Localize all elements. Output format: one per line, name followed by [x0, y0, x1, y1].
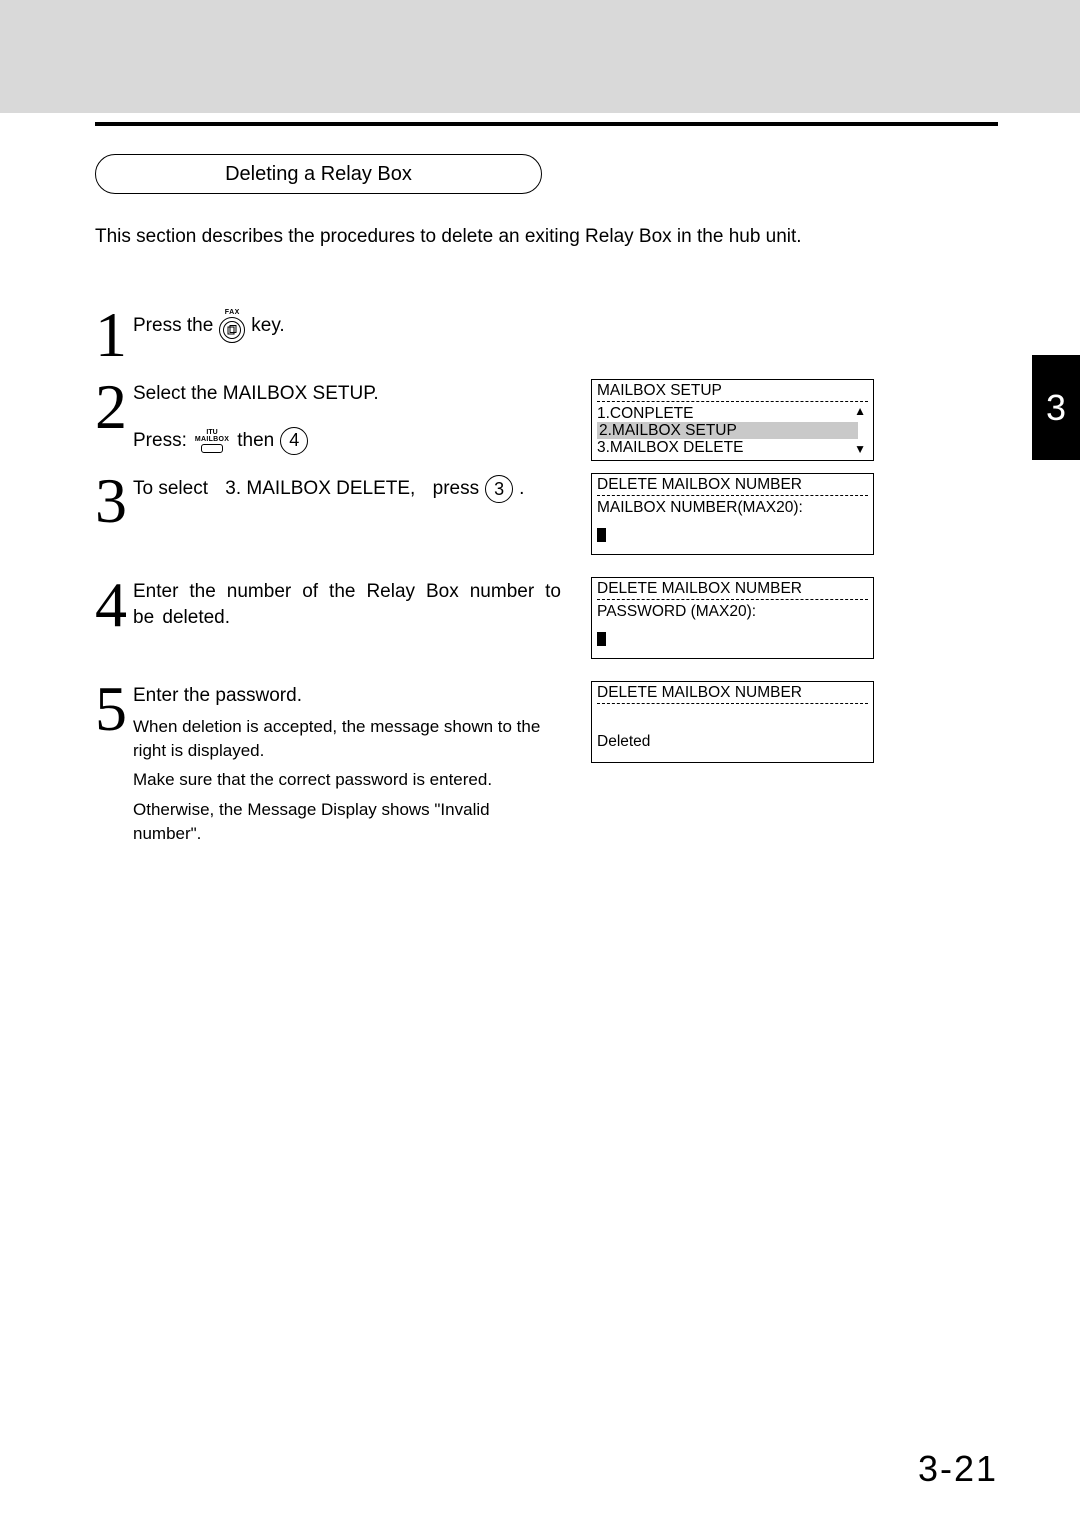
arrow-down-icon: ▼ — [854, 443, 866, 456]
step-body: Enter the password. When deletion is acc… — [131, 677, 561, 846]
fax-ring-icon — [219, 317, 245, 343]
lcd-row: 3.MAILBOX DELETE ▼ — [597, 439, 868, 456]
arrow-up-icon: ▲ — [854, 405, 866, 418]
lcd-display: DELETE MAILBOX NUMBER MAILBOX NUMBER(MAX… — [591, 473, 874, 555]
text: Press the — [133, 313, 213, 339]
step-2: 2 Select the MAILBOX SETUP. Press: ITU M… — [95, 375, 998, 461]
text: Select the MAILBOX SETUP. — [133, 381, 379, 407]
step-number: 1 — [95, 303, 131, 367]
text: . — [519, 476, 524, 502]
step-number: 4 — [95, 573, 131, 637]
step-4: 4 Enter the number of the Relay Box numb… — [95, 573, 998, 659]
step-5: 5 Enter the password. When deletion is a… — [95, 677, 998, 846]
intro-text: This section describes the procedures to… — [95, 226, 998, 248]
text: then — [237, 428, 274, 454]
lcd-result: Deleted — [597, 733, 868, 750]
step-number: 2 — [95, 375, 131, 439]
lcd-title: MAILBOX SETUP — [597, 382, 868, 399]
lcd-divider — [597, 599, 868, 600]
lcd-display: DELETE MAILBOX NUMBER Deleted — [591, 681, 874, 763]
lcd-line: PASSWORD (MAX20): — [597, 603, 868, 620]
lcd-panel: DELETE MAILBOX NUMBER MAILBOX NUMBER(MAX… — [591, 469, 874, 555]
lcd-row: 2.MAILBOX SETUP — [597, 422, 868, 439]
step-body: Press the FAX key. — [131, 303, 998, 343]
step-line: Enter the password. — [133, 683, 561, 709]
lcd-title: DELETE MAILBOX NUMBER — [597, 684, 868, 701]
lcd-divider — [597, 495, 868, 496]
lcd-line: MAILBOX NUMBER(MAX20): — [597, 499, 868, 516]
steps-container: 1 Press the FAX key. — [95, 303, 998, 846]
step-line: Enter the number of the Relay Box number… — [133, 579, 561, 630]
text: To select — [133, 476, 208, 502]
chapter-number: 3 — [1046, 387, 1066, 429]
lcd-panel: DELETE MAILBOX NUMBER PASSWORD (MAX20): — [591, 573, 874, 659]
lcd-row: 1.CONPLETE ▲ — [597, 405, 868, 422]
step-subtext: When deletion is accepted, the message s… — [133, 715, 561, 763]
keypad-3-icon: 3 — [485, 475, 513, 503]
step-subtext: Make sure that the correct password is e… — [133, 768, 561, 792]
step-line: Press the FAX key. — [133, 309, 998, 343]
lcd-title: DELETE MAILBOX NUMBER — [597, 580, 868, 597]
step-line: Press: ITU MAILBOX then 4 — [133, 427, 561, 455]
keypad-4-icon: 4 — [280, 427, 308, 455]
lcd-panel: DELETE MAILBOX NUMBER Deleted — [591, 677, 874, 846]
mailbox-key-button-icon — [201, 444, 223, 453]
mailbox-key-label: MAILBOX — [195, 436, 229, 443]
step-body: To select 3. MAILBOX DELETE, press 3 . — [131, 469, 561, 555]
lcd-option-highlighted: 2.MAILBOX SETUP — [597, 422, 858, 439]
step-subtext: Otherwise, the Message Display shows "In… — [133, 798, 561, 846]
step-number: 3 — [95, 469, 131, 533]
lcd-display: MAILBOX SETUP 1.CONPLETE ▲ 2.MAILBOX SET… — [591, 379, 874, 461]
step-body: Select the MAILBOX SETUP. Press: ITU MAI… — [131, 375, 561, 461]
lcd-cursor-icon — [597, 528, 606, 542]
text: press — [433, 476, 479, 502]
fax-label: FAX — [225, 309, 240, 316]
text: key. — [251, 313, 284, 339]
header-gray-bar — [0, 0, 1080, 113]
text: Press: — [133, 428, 187, 454]
step-number: 5 — [95, 677, 131, 741]
lcd-divider — [597, 401, 868, 402]
step-line: To select 3. MAILBOX DELETE, press 3 . — [133, 475, 561, 503]
chapter-tab: 3 — [1032, 355, 1080, 460]
section-title-pill: Deleting a Relay Box — [95, 154, 542, 194]
fax-inner-icon — [223, 321, 241, 339]
step-3: 3 To select 3. MAILBOX DELETE, press 3 .… — [95, 469, 998, 555]
lcd-option: 1.CONPLETE — [597, 405, 693, 422]
text: 3. MAILBOX DELETE, — [225, 476, 415, 502]
mailbox-key-icon: ITU MAILBOX — [195, 429, 229, 453]
lcd-divider — [597, 703, 868, 704]
mailbox-key-itu: ITU — [206, 429, 217, 436]
lcd-title: DELETE MAILBOX NUMBER — [597, 476, 868, 493]
page-content: Deleting a Relay Box This section descri… — [0, 122, 1080, 846]
step-1: 1 Press the FAX key. — [95, 303, 998, 367]
fax-key-icon: FAX — [219, 309, 245, 343]
step-line: Select the MAILBOX SETUP. — [133, 381, 561, 407]
lcd-display: DELETE MAILBOX NUMBER PASSWORD (MAX20): — [591, 577, 874, 659]
lcd-panel: MAILBOX SETUP 1.CONPLETE ▲ 2.MAILBOX SET… — [591, 375, 874, 461]
text: Enter the password. — [133, 683, 302, 709]
page-number: 3-21 — [918, 1448, 998, 1490]
step-body: Enter the number of the Relay Box number… — [131, 573, 561, 659]
top-rule — [95, 122, 998, 126]
section-title: Deleting a Relay Box — [225, 163, 412, 186]
lcd-cursor-icon — [597, 632, 606, 646]
lcd-option: 3.MAILBOX DELETE — [597, 439, 743, 456]
